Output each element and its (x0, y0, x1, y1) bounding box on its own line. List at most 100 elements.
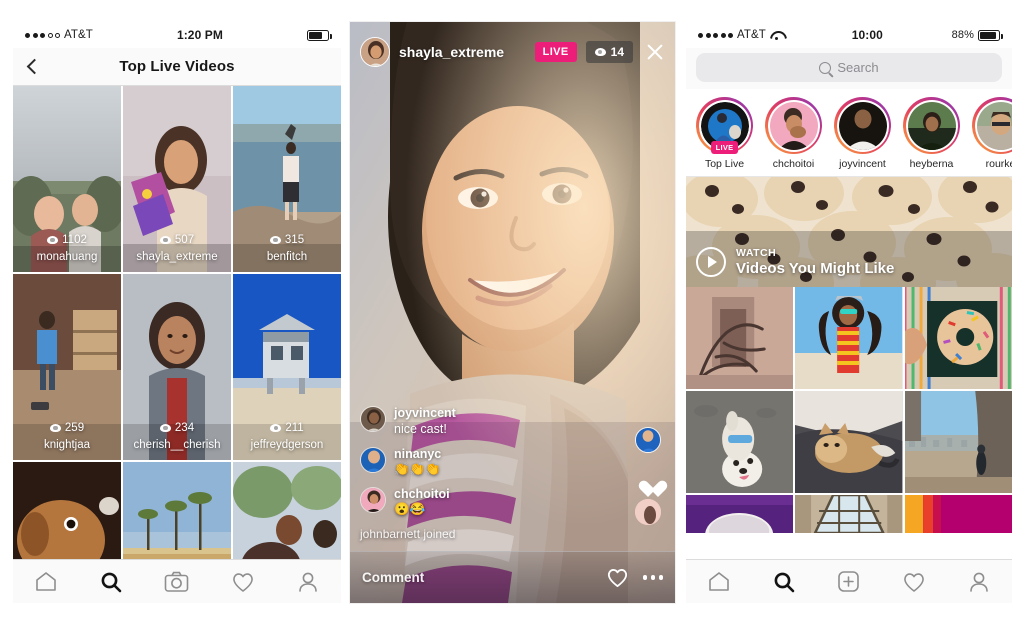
photo-color-bands (904, 495, 1012, 533)
comment-text: nice cast! (394, 421, 447, 436)
story-item-joyvincent[interactable]: joyvincent (834, 97, 891, 170)
grid-photo[interactable] (686, 391, 794, 493)
commenter-avatar[interactable] (360, 486, 386, 513)
tab-home[interactable] (28, 567, 64, 597)
search-icon (819, 61, 832, 74)
tab-home[interactable] (701, 567, 737, 597)
live-video-cell[interactable] (13, 462, 121, 570)
status-left-group: AT&T (25, 29, 93, 41)
floating-hearts (633, 481, 663, 533)
eye-icon (159, 236, 171, 244)
search-bar-container: Search (686, 48, 1012, 89)
live-video-cell[interactable]: 1102 monahuang (13, 86, 121, 272)
signal-strength-icon (25, 32, 60, 38)
grid-photo[interactable] (795, 495, 903, 533)
story-live-badge: LIVE (710, 141, 739, 154)
home-icon (35, 572, 56, 591)
story-username: chchoitoi (772, 158, 815, 170)
comment-body: joyvincent nice cast! (394, 406, 456, 437)
grid-photo[interactable] (904, 287, 1012, 389)
story-username: Top Live (704, 158, 745, 170)
comment-text: 👏👏👏 (394, 462, 441, 477)
add-post-icon (838, 571, 860, 592)
grid-photo[interactable] (904, 495, 1012, 533)
tab-search[interactable] (93, 567, 129, 597)
comment-row: ninanyc 👏👏👏 (360, 446, 570, 478)
tab-camera[interactable] (159, 567, 195, 597)
live-video-cell[interactable]: 507 shayla_extreme (123, 86, 231, 272)
stories-tray[interactable]: LIVE Top Live chchoitoi joyvincent heybe… (686, 89, 1012, 177)
story-item-rourke[interactable]: rourke (972, 97, 1012, 170)
live-top-bar: shayla_extreme LIVE 14 (350, 32, 675, 72)
tab-activity[interactable] (225, 567, 261, 597)
tab-bar-right (686, 559, 1012, 603)
carrier-label: AT&T (737, 29, 766, 41)
viewer-count: 507 (159, 234, 194, 246)
watch-videos-banner[interactable]: WATCH Videos You Might Like (686, 177, 1012, 287)
cell-meta: 507 shayla_extreme (123, 231, 231, 263)
cell-meta: 1102 monahuang (13, 231, 121, 263)
story-item-chchoitoi[interactable]: chchoitoi (765, 97, 822, 170)
story-ring (972, 97, 1012, 154)
story-ring-inner (836, 99, 889, 152)
avatar-image (769, 101, 818, 150)
commenter-name: chchoitoi (394, 486, 450, 501)
live-video-cell[interactable] (233, 462, 341, 570)
cell-meta: 234 cherish__cherish (123, 419, 231, 451)
live-video-cell[interactable]: 315 benfitch (233, 86, 341, 272)
reaction-avatar[interactable] (635, 427, 661, 453)
heart-outline-icon[interactable] (606, 567, 629, 588)
photo-sprinkle-donut (904, 287, 1012, 389)
tab-search[interactable] (766, 567, 802, 597)
grid-photo[interactable] (686, 495, 794, 533)
tab-profile[interactable] (290, 567, 326, 597)
photo-purple-lamp (686, 495, 794, 533)
photo-glass-ceiling (795, 495, 903, 533)
play-icon[interactable] (696, 247, 726, 277)
story-username: rourke (985, 158, 1012, 170)
story-ring (834, 97, 891, 154)
viewer-count-value: 14 (610, 45, 624, 59)
story-item-top-live[interactable]: LIVE Top Live (696, 97, 753, 170)
live-comments-list: joyvincent nice cast! ninanyc � (360, 406, 570, 541)
live-video-cell[interactable]: 211 jeffreydgerson (233, 274, 341, 460)
commenter-name: joyvincent (394, 406, 456, 421)
heart-icon (232, 572, 253, 592)
tab-profile[interactable] (961, 567, 997, 597)
comment-input[interactable]: Comment (362, 570, 606, 585)
search-input[interactable]: Search (696, 53, 1002, 82)
live-video-cell[interactable] (123, 462, 231, 570)
story-ring (765, 97, 822, 154)
story-item-heyberna[interactable]: heyberna (903, 97, 960, 170)
grid-photo[interactable] (904, 391, 1012, 493)
comment-body: ninanyc 👏👏👏 (394, 447, 441, 478)
join-notification: johnbarnett joined (360, 527, 456, 541)
viewer-count-badge[interactable]: 14 (585, 41, 633, 63)
phone-middle-live-broadcast: shayla_extreme LIVE 14 joyvincent nice c… (350, 22, 675, 603)
broadcaster-username[interactable]: shayla_extreme (399, 44, 526, 60)
comment-text: 😮😂 (394, 502, 426, 517)
more-options-icon[interactable] (642, 575, 663, 580)
grid-photo[interactable] (795, 391, 903, 493)
viewer-count: 259 (49, 422, 84, 434)
tab-activity[interactable] (896, 567, 932, 597)
thumbnail-dog-partial (13, 462, 121, 570)
cell-meta: 259 knightjaa (13, 419, 121, 451)
commenter-avatar[interactable] (360, 446, 386, 473)
live-video-cell[interactable]: 259 knightjaa (13, 274, 121, 460)
grid-photo[interactable] (795, 287, 903, 389)
avatar-image (838, 101, 887, 150)
broadcaster-avatar[interactable] (360, 37, 390, 67)
tab-add-post[interactable] (831, 567, 867, 597)
commenter-avatar[interactable] (360, 406, 386, 433)
story-ring-inner (974, 99, 1012, 152)
grid-photo[interactable] (686, 287, 794, 389)
avatar-image (907, 101, 956, 150)
home-icon (708, 572, 729, 591)
camera-icon (165, 571, 189, 592)
close-icon[interactable] (645, 42, 665, 62)
live-video-stage[interactable]: shayla_extreme LIVE 14 joyvincent nice c… (350, 22, 675, 603)
live-video-cell[interactable]: 234 cherish__cherish (123, 274, 231, 460)
live-composer-bar: Comment (350, 551, 675, 603)
commenter-name: ninanyc (394, 446, 442, 461)
